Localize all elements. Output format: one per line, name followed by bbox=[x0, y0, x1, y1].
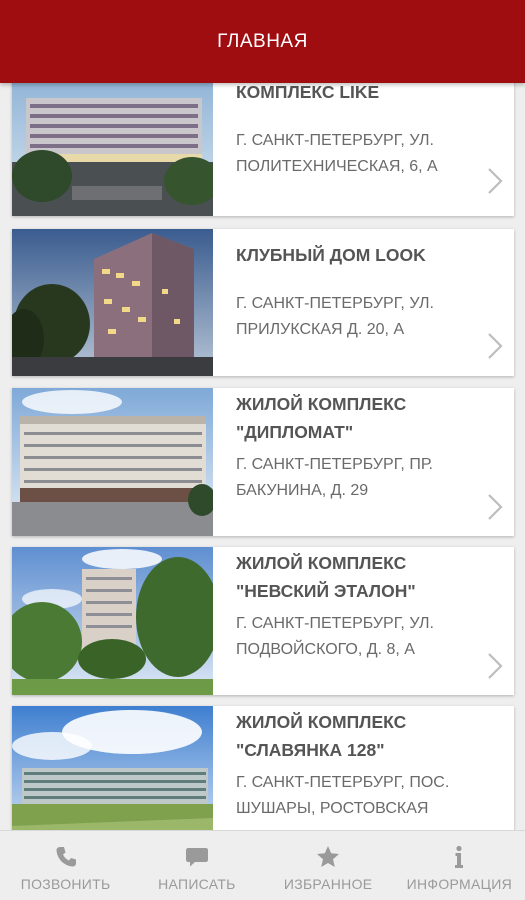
tab-label: ПОЗВОНИТЬ bbox=[20, 876, 111, 892]
tab-write[interactable]: НАПИСАТЬ bbox=[131, 831, 262, 900]
listing-card[interactable]: ЖИЛОЙ КОМПЛЕКС "ДИПЛОМАТ" Г. САНКТ-ПЕТЕР… bbox=[12, 388, 514, 536]
listing-title: ЖИЛОЙ КОМПЛЕКС "ДИПЛОМАТ" bbox=[236, 394, 407, 442]
bottom-tab-bar: ПОЗВОНИТЬ НАПИСАТЬ ИЗБРАННОЕ ИНФОРМАЦИЯ bbox=[0, 830, 525, 900]
phone-icon bbox=[56, 847, 76, 867]
chevron-right-icon bbox=[488, 168, 503, 194]
tab-label: НАПИСАТЬ bbox=[158, 876, 236, 892]
chat-icon bbox=[185, 848, 208, 867]
tab-info[interactable]: ИНФОРМАЦИЯ bbox=[394, 831, 525, 900]
listing-address: Г. САНКТ-ПЕТЕРБУРГ, УЛ. ПОДВОЙСКОГО, Д. … bbox=[236, 615, 434, 658]
listing-photo bbox=[12, 229, 213, 376]
listing-address: Г. САНКТ-ПЕТЕРБУРГ, ПР. БАКУНИНА, Д. 29 bbox=[236, 456, 433, 499]
listing-photo bbox=[12, 388, 213, 536]
listing-card[interactable]: ЖИЛОЙ КОМПЛЕКС "СЛАВЯНКА 128" Г. САНКТ-П… bbox=[12, 706, 514, 830]
chevron-right-icon bbox=[488, 333, 503, 359]
listing-title: ЖИЛОЙ КОМПЛЕКС "СЛАВЯНКА 128" bbox=[236, 712, 407, 760]
tab-call[interactable]: ПОЗВОНИТЬ bbox=[0, 831, 131, 900]
listing-title: КЛУБНЫЙ ДОМ LOOK bbox=[236, 245, 426, 265]
listing-card[interactable]: КОМПЛЕКС LIKE Г. САНКТ-ПЕТЕРБУРГ, УЛ. ПО… bbox=[12, 83, 514, 216]
listing-title: КОМПЛЕКС LIKE bbox=[236, 83, 380, 102]
listing-address: Г. САНКТ-ПЕТЕРБУРГ, УЛ. ПРИЛУКСКАЯ Д. 20… bbox=[236, 295, 434, 338]
chevron-right-icon bbox=[488, 494, 503, 520]
listing-photo bbox=[12, 83, 213, 216]
listing-address: Г. САНКТ-ПЕТЕРБУРГ, УЛ. ПОЛИТЕХНИЧЕСКАЯ,… bbox=[236, 132, 438, 175]
chevron-right-icon bbox=[488, 653, 503, 679]
listing-address: Г. САНКТ-ПЕТЕРБУРГ, ПОС. ШУШАРЫ, РОСТОВС… bbox=[236, 774, 450, 817]
tab-favorites[interactable]: ИЗБРАННОЕ bbox=[263, 831, 394, 900]
tab-label: ИНФОРМАЦИЯ bbox=[406, 876, 513, 892]
info-icon bbox=[455, 845, 464, 868]
listing-photo bbox=[12, 706, 213, 830]
star-icon bbox=[317, 846, 340, 867]
listing-photo bbox=[12, 547, 213, 695]
page-title: ГЛАВНАЯ bbox=[217, 30, 308, 52]
listing-list[interactable]: КОМПЛЕКС LIKE Г. САНКТ-ПЕТЕРБУРГ, УЛ. ПО… bbox=[0, 83, 525, 830]
listing-card[interactable]: ЖИЛОЙ КОМПЛЕКС "НЕВСКИЙ ЭТАЛОН" Г. САНКТ… bbox=[12, 547, 514, 695]
listing-card[interactable]: КЛУБНЫЙ ДОМ LOOK Г. САНКТ-ПЕТЕРБУРГ, УЛ.… bbox=[12, 229, 514, 376]
app-header: ГЛАВНАЯ bbox=[0, 0, 525, 83]
tab-label: ИЗБРАННОЕ bbox=[283, 876, 373, 892]
listing-title: ЖИЛОЙ КОМПЛЕКС "НЕВСКИЙ ЭТАЛОН" bbox=[236, 553, 416, 601]
